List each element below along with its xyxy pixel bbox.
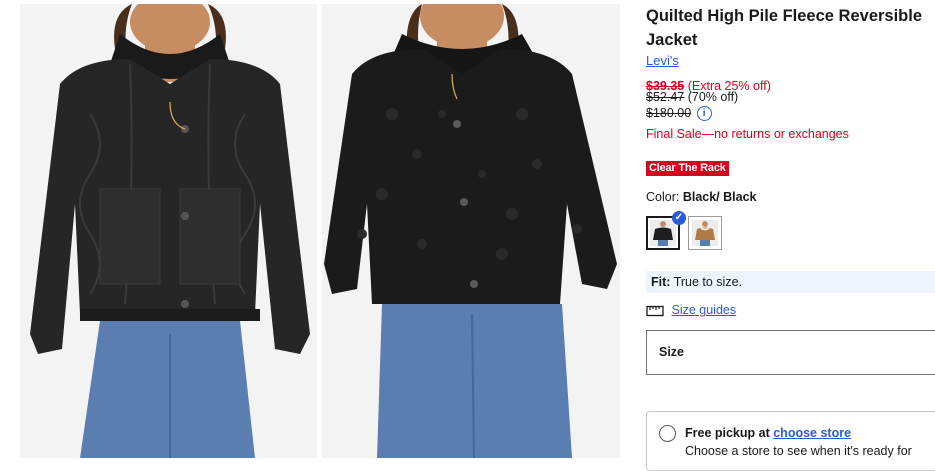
swatch-tan[interactable] (688, 216, 722, 250)
brand-link[interactable]: Levi's (646, 53, 679, 68)
product-image-1[interactable] (20, 4, 317, 458)
color-label-row: Color: Black/ Black (646, 190, 757, 204)
color-selected-value: Black/ Black (682, 190, 757, 204)
ruler-icon (646, 305, 664, 316)
product-image-2[interactable] (322, 4, 620, 458)
product-photo-fleece (322, 4, 620, 458)
pickup-title-prefix: Free pickup at (685, 426, 770, 440)
original-price-row: $180.00 i (646, 106, 712, 122)
choose-store-link[interactable]: choose store (773, 426, 851, 440)
pickup-option[interactable]: Free pickup at choose store Choose a sto… (646, 411, 935, 471)
selected-check-icon: ✓ (672, 211, 686, 225)
original-price: $180.00 (646, 106, 692, 120)
pickup-subtext: Choose a store to see when it's ready fo… (685, 444, 912, 458)
swatch-tan-image (692, 220, 718, 246)
swatch-black-image (650, 220, 676, 246)
fit-info: Fit: True to size. (646, 271, 935, 293)
clear-the-rack-badge: Clear The Rack (646, 161, 729, 176)
compare-price-row: $52.47 (70% off) (646, 90, 738, 104)
info-icon[interactable]: i (696, 106, 712, 122)
size-select[interactable]: Size (646, 330, 935, 375)
fit-value: True to size. (673, 275, 742, 289)
final-sale-note: Final Sale—no returns or exchanges (646, 127, 849, 141)
size-guides-row: Size guides (646, 303, 736, 317)
compare-price: $52.47 (646, 90, 685, 104)
product-photo-quilted (20, 4, 317, 458)
color-label: Color: (646, 190, 680, 204)
pickup-radio[interactable] (659, 425, 676, 442)
fit-label: Fit: (651, 275, 671, 289)
product-title: Quilted High Pile Fleece Reversible Jack… (646, 7, 923, 49)
pickup-title: Free pickup at choose store (685, 426, 851, 440)
size-guides-link[interactable]: Size guides (671, 303, 736, 317)
compare-discount: (70% off) (687, 90, 739, 104)
